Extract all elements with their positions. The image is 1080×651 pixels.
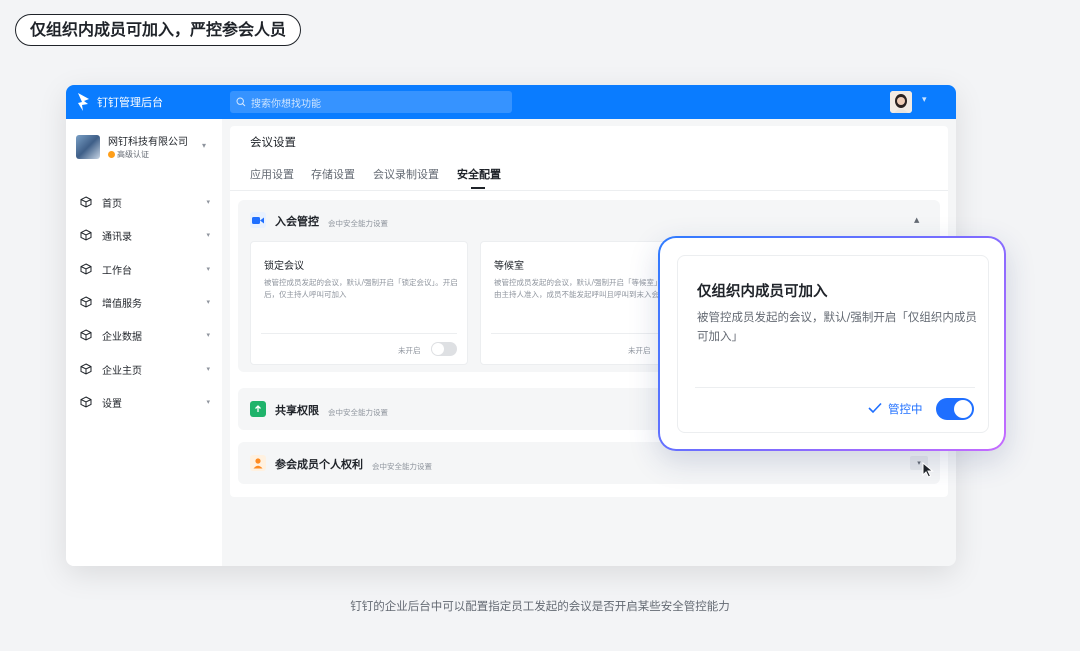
org-only-toggle[interactable]	[936, 398, 974, 420]
section-title: 入会管控	[275, 215, 319, 228]
tab-recording-settings[interactable]: 会议录制设置	[373, 166, 439, 182]
popup-desc: 被管控成员发起的会议，默认/强制开启「仅组织内成员可加入」	[697, 310, 977, 343]
card-lock-meeting: 锁定会议 被管控成员发起的会议，默认/强制开启「锁定会议」。开启后，仅主持人呼叫…	[250, 241, 468, 365]
org-name: 网钉科技有限公司	[108, 137, 188, 148]
tab-security-config[interactable]: 安全配置	[457, 166, 501, 182]
cube-icon	[80, 196, 92, 208]
tab-storage-settings[interactable]: 存储设置	[311, 166, 355, 182]
tab-divider	[230, 190, 948, 191]
sidebar: 网钉科技有限公司 高级认证 ▾ 首页 ▾ 通讯录 ▾ 工作台 ▾ 增值服务 ▾	[66, 119, 222, 566]
sidebar-item-label: 通讯录	[102, 231, 132, 243]
footer-caption: 钉钉的企业后台中可以配置指定员工发起的会议是否开启某些安全管控能力	[350, 599, 730, 613]
chevron-down-icon: ▾	[202, 141, 207, 150]
chevron-down-icon: ▾	[206, 331, 210, 339]
section-title: 共享权限	[275, 404, 319, 417]
section-subtitle: 会中安全能力设置	[328, 408, 388, 417]
chevron-down-icon: ▾	[206, 365, 210, 373]
chevron-down-icon: ▾	[206, 231, 210, 239]
section-subtitle: 会中安全能力设置	[372, 462, 432, 471]
sidebar-item-label: 设置	[102, 398, 122, 410]
chevron-down-icon: ▾	[206, 298, 210, 306]
page-title: 会议设置	[250, 135, 296, 149]
popup-divider	[695, 387, 975, 388]
cube-icon	[80, 329, 92, 341]
cube-icon	[80, 396, 92, 408]
lock-meeting-toggle[interactable]	[431, 342, 457, 356]
highlight-popup: 仅组织内成员可加入 被管控成员发起的会议，默认/强制开启「仅组织内成员可加入」 …	[658, 236, 1006, 451]
active-tab-indicator	[471, 187, 485, 189]
chevron-down-icon[interactable]: ▾	[922, 95, 927, 105]
user-avatar[interactable]	[890, 91, 912, 113]
card-title: 等候室	[494, 261, 524, 272]
card-state: 未开启	[398, 346, 421, 355]
person-icon	[250, 455, 266, 471]
card-divider	[261, 333, 457, 334]
sidebar-item-value-added[interactable]: 增值服务 ▾	[80, 292, 210, 312]
org-logo	[76, 135, 100, 159]
cube-icon	[80, 263, 92, 275]
headline-pill: 仅组织内成员可加入，严控参会人员	[15, 14, 302, 46]
sidebar-item-workbench[interactable]: 工作台 ▾	[80, 259, 210, 279]
video-camera-icon	[250, 212, 266, 228]
dingtalk-logo-icon	[78, 93, 89, 111]
share-screen-icon	[250, 401, 266, 417]
search-placeholder: 搜索你想找功能	[251, 98, 321, 110]
cube-icon	[80, 229, 92, 241]
section-subtitle: 会中安全能力设置	[328, 219, 388, 228]
sidebar-item-label: 首页	[102, 198, 122, 210]
app-brand[interactable]: 钉钉管理后台	[76, 85, 163, 119]
popup-title: 仅组织内成员可加入	[697, 284, 828, 300]
org-badge: 高级认证	[108, 149, 149, 160]
verified-icon	[108, 151, 115, 158]
popup-frame: 仅组织内成员可加入 被管控成员发起的会议，默认/强制开启「仅组织内成员可加入」 …	[660, 238, 1004, 449]
chevron-up-icon[interactable]: ▲	[914, 216, 919, 224]
popup-card: 仅组织内成员可加入 被管控成员发起的会议，默认/强制开启「仅组织内成员可加入」 …	[677, 255, 989, 433]
cube-icon	[80, 363, 92, 375]
card-title: 锁定会议	[264, 261, 304, 272]
chevron-down-icon: ▾	[206, 198, 210, 206]
search-icon	[236, 97, 246, 107]
popup-status: 管控中	[888, 402, 923, 416]
card-state: 未开启	[628, 346, 651, 355]
cube-icon	[80, 296, 92, 308]
mouse-cursor-icon	[922, 462, 934, 478]
sidebar-item-contacts[interactable]: 通讯录 ▾	[80, 225, 210, 245]
sidebar-item-label: 增值服务	[102, 298, 142, 310]
search-input[interactable]: 搜索你想找功能	[230, 91, 512, 113]
org-switcher[interactable]: 网钉科技有限公司 高级认证 ▾	[76, 133, 212, 167]
checkmark-icon	[868, 402, 882, 414]
org-badge-label: 高级认证	[117, 150, 149, 159]
sidebar-item-enterprise-data[interactable]: 企业数据 ▾	[80, 325, 210, 345]
sidebar-item-enterprise-home[interactable]: 企业主页 ▾	[80, 359, 210, 379]
app-name: 钉钉管理后台	[97, 96, 163, 109]
sidebar-item-home[interactable]: 首页 ▾	[80, 192, 210, 212]
sidebar-item-label: 企业数据	[102, 331, 142, 343]
top-bar: 钉钉管理后台 搜索你想找功能 ▾	[66, 85, 956, 119]
chevron-down-icon: ▾	[206, 398, 210, 406]
card-desc: 被管控成员发起的会议，默认/强制开启「锁定会议」。开启后，仅主持人呼叫可加入	[264, 278, 458, 299]
section-title: 参会成员个人权利	[275, 458, 363, 471]
avatar-portrait-icon	[890, 91, 912, 113]
tab-app-settings[interactable]: 应用设置	[250, 166, 294, 182]
chevron-down-icon: ▾	[206, 265, 210, 273]
sidebar-item-label: 企业主页	[102, 365, 142, 377]
sidebar-item-settings[interactable]: 设置 ▾	[80, 392, 210, 412]
sidebar-item-label: 工作台	[102, 265, 132, 277]
